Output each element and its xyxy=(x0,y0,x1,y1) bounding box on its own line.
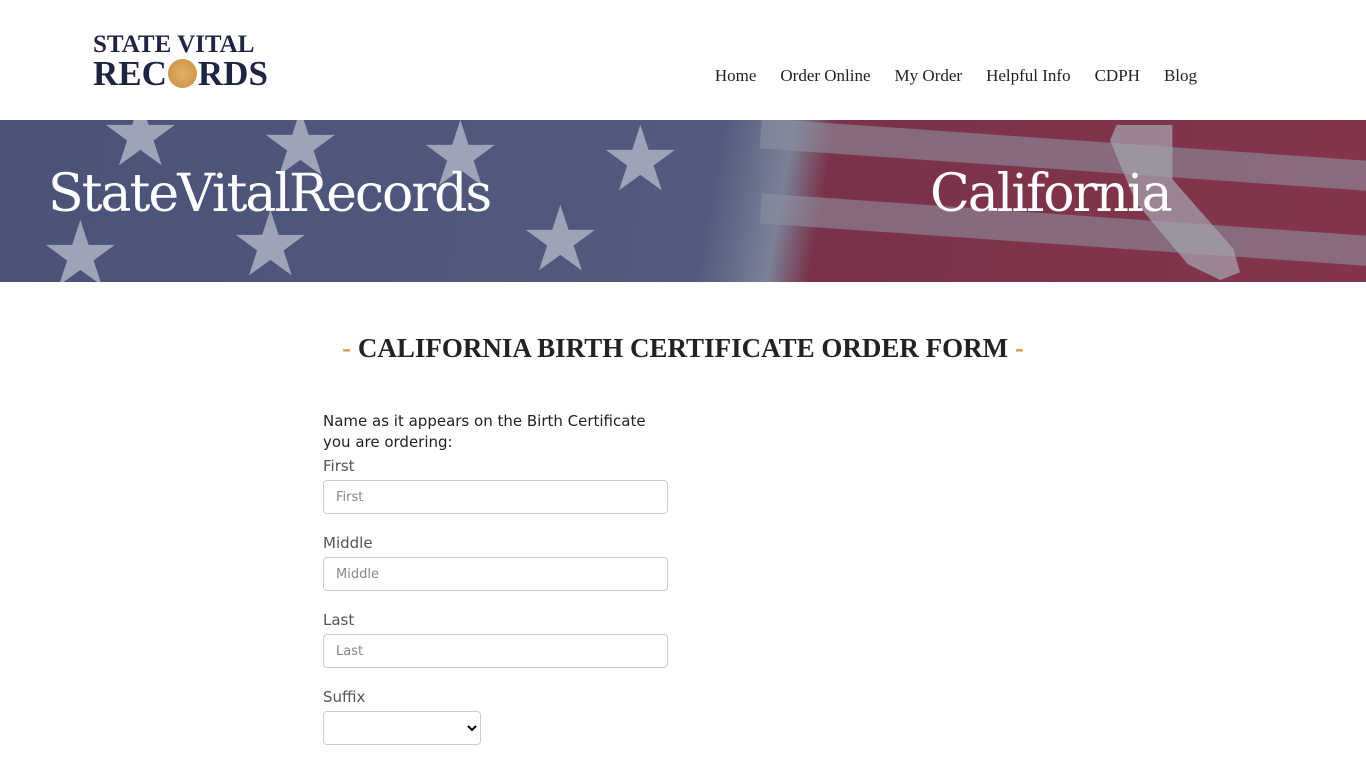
last-label: Last xyxy=(323,611,355,629)
banner-state: California xyxy=(930,164,1173,224)
suffix-label: Suffix xyxy=(323,688,366,706)
star-icon: ★ xyxy=(600,120,681,210)
last-name-input[interactable] xyxy=(323,634,668,668)
main-nav: Home Order Online My Order Helpful Info … xyxy=(715,66,1197,86)
banner-brand: StateVitalRecords xyxy=(48,164,492,224)
seal-icon xyxy=(167,59,197,88)
first-name-input[interactable] xyxy=(323,480,668,514)
hero-banner: ★ ★ ★ ★ ★ ★ ★ StateVitalRecords Californ… xyxy=(0,120,1366,282)
title-text: CALIFORNIA BIRTH CERTIFICATE ORDER FORM xyxy=(357,333,1009,363)
nav-home[interactable]: Home xyxy=(715,66,757,86)
title-dash: - xyxy=(342,333,352,363)
middle-name-input[interactable] xyxy=(323,557,668,591)
nav-cdph[interactable]: CDPH xyxy=(1095,66,1140,86)
logo-part: RDS xyxy=(197,54,268,93)
star-icon: ★ xyxy=(520,190,601,282)
logo-part: REC xyxy=(93,54,167,93)
form-intro: Name as it appears on the Birth Certific… xyxy=(323,412,646,451)
nav-my-order[interactable]: My Order xyxy=(895,66,963,86)
nav-order-online[interactable]: Order Online xyxy=(780,66,870,86)
logo[interactable]: STATE VITAL REC RDS xyxy=(93,32,268,91)
order-form: Name as it appears on the Birth Certific… xyxy=(323,411,668,745)
suffix-select[interactable] xyxy=(323,711,481,745)
nav-blog[interactable]: Blog xyxy=(1164,66,1197,86)
first-label: First xyxy=(323,457,355,475)
middle-label: Middle xyxy=(323,534,373,552)
nav-helpful-info[interactable]: Helpful Info xyxy=(986,66,1071,86)
title-dash: - xyxy=(1014,333,1024,363)
page-title: - CALIFORNIA BIRTH CERTIFICATE ORDER FOR… xyxy=(0,333,1366,364)
site-header: STATE VITAL REC RDS Home Order Online My … xyxy=(0,0,1366,120)
